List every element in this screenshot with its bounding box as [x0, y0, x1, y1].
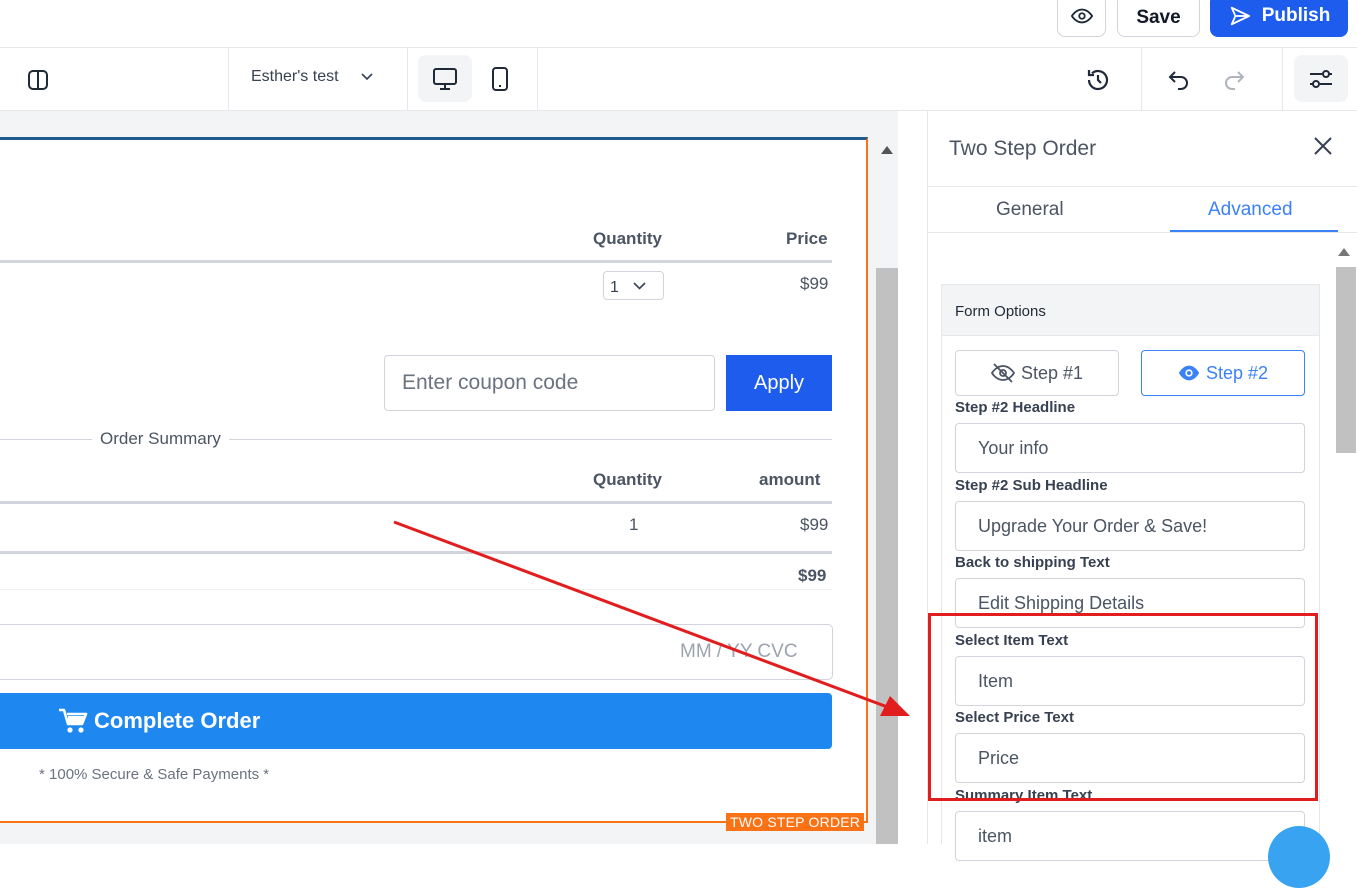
- annotation-arrow: [393, 520, 910, 716]
